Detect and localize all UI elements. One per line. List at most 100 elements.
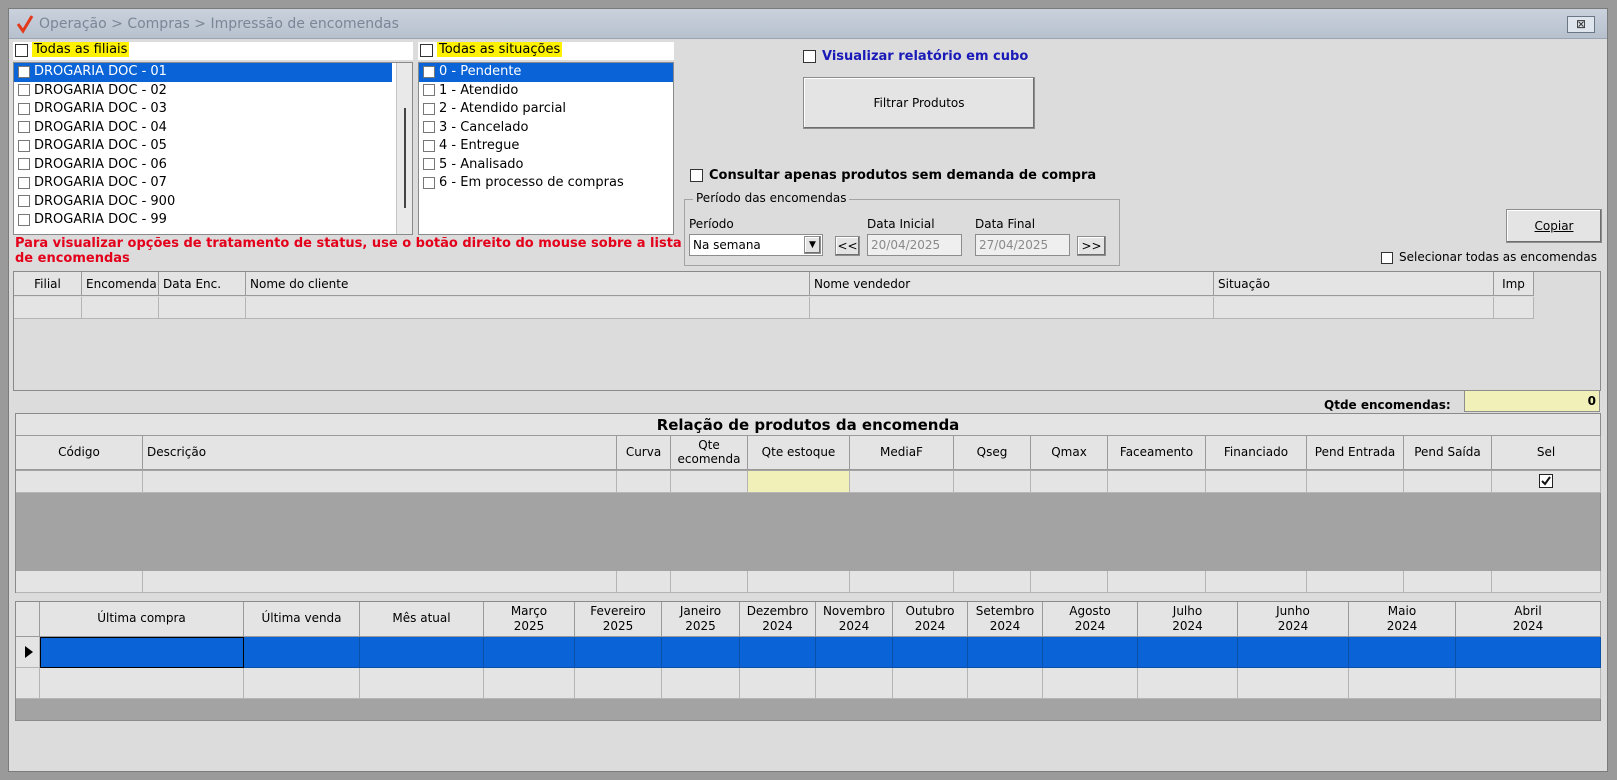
history-cell[interactable] — [575, 668, 662, 699]
products-cell[interactable] — [1492, 471, 1601, 493]
history-column-header[interactable]: Dezembro 2024 — [740, 602, 816, 637]
history-cell[interactable] — [662, 637, 740, 668]
copy-button[interactable]: Copiar — [1506, 209, 1602, 243]
branch-item-checkbox[interactable] — [18, 158, 30, 170]
history-cell[interactable] — [360, 637, 484, 668]
status-item-checkbox[interactable] — [423, 139, 435, 152]
branch-item[interactable]: DROGARIA DOC - 900 — [14, 193, 392, 212]
branch-item-checkbox[interactable] — [18, 195, 30, 207]
cube-report-checkbox[interactable] — [803, 50, 816, 63]
products-column-header[interactable]: Pend Saída — [1404, 436, 1492, 470]
products-cell[interactable] — [954, 471, 1031, 493]
history-cell[interactable] — [740, 637, 816, 668]
history-cell[interactable] — [575, 637, 662, 668]
products-cell[interactable] — [748, 471, 850, 493]
status-item[interactable]: 1 - Atendido — [419, 82, 673, 101]
no-demand-option[interactable]: Consultar apenas produtos sem demanda de… — [690, 168, 1096, 183]
history-column-header[interactable]: Abril 2024 — [1456, 602, 1601, 637]
orders-column-header[interactable]: Imp — [1494, 272, 1534, 296]
orders-cell[interactable] — [1494, 297, 1534, 319]
products-cell[interactable] — [16, 471, 143, 493]
next-period-button[interactable]: >> — [1077, 236, 1106, 256]
products-cell[interactable] — [617, 471, 671, 493]
products-column-header[interactable]: MediaF — [850, 436, 954, 470]
history-cell[interactable] — [893, 668, 968, 699]
status-item[interactable]: 0 - Pendente — [419, 63, 673, 82]
branch-item-checkbox[interactable] — [18, 176, 30, 189]
orders-cell[interactable] — [246, 297, 810, 319]
products-cell[interactable] — [850, 471, 954, 493]
history-column-header[interactable]: Julho 2024 — [1138, 602, 1238, 637]
history-cell[interactable] — [360, 668, 484, 699]
cube-report-option[interactable]: Visualizar relatório em cubo — [803, 49, 1028, 64]
products-column-header[interactable]: Pend Entrada — [1307, 436, 1404, 470]
branch-item-checkbox[interactable] — [18, 213, 30, 226]
branch-item[interactable]: DROGARIA DOC - 07 — [14, 174, 392, 193]
history-column-header[interactable]: Fevereiro 2025 — [575, 602, 662, 637]
branch-item[interactable]: DROGARIA DOC - 03 — [14, 100, 392, 119]
products-cell[interactable] — [1307, 471, 1404, 493]
status-item[interactable]: 5 - Analisado — [419, 156, 673, 175]
products-column-header[interactable]: Descrição — [143, 436, 617, 470]
products-column-header[interactable]: Faceamento — [1108, 436, 1206, 470]
history-cell[interactable] — [1138, 668, 1238, 699]
orders-column-header[interactable]: Situação — [1214, 272, 1494, 296]
history-column-header[interactable]: Maio 2024 — [1349, 602, 1456, 637]
history-cell[interactable] — [740, 668, 816, 699]
history-cell[interactable] — [968, 637, 1043, 668]
status-item-checkbox[interactable] — [423, 176, 435, 189]
orders-column-header[interactable]: Nome vendedor — [810, 272, 1214, 296]
history-cell[interactable] — [40, 637, 244, 668]
branch-item[interactable]: DROGARIA DOC - 02 — [14, 82, 392, 101]
products-cell[interactable] — [143, 471, 617, 493]
status-item[interactable]: 2 - Atendido parcial — [419, 100, 673, 119]
select-all-orders-option[interactable]: Selecionar todas as encomendas — [1381, 250, 1597, 264]
history-cell[interactable] — [1349, 637, 1456, 668]
status-item[interactable]: 3 - Cancelado — [419, 119, 673, 138]
status-item[interactable]: 4 - Entregue — [419, 137, 673, 156]
products-grid[interactable]: Relação de produtos da encomenda Código D… — [15, 413, 1601, 593]
history-row-indicator[interactable] — [16, 637, 40, 668]
products-column-header[interactable]: Qseg — [954, 436, 1031, 470]
history-cell[interactable] — [968, 668, 1043, 699]
status-item-checkbox[interactable] — [423, 84, 435, 96]
orders-cell[interactable] — [810, 297, 1214, 319]
history-column-header[interactable]: Setembro 2024 — [968, 602, 1043, 637]
history-column-header[interactable]: Junho 2024 — [1238, 602, 1349, 637]
history-column-header[interactable]: Janeiro 2025 — [662, 602, 740, 637]
products-cell[interactable] — [1031, 471, 1108, 493]
products-column-header[interactable]: Qmax — [1031, 436, 1108, 470]
history-column-header[interactable]: Outubro 2024 — [893, 602, 968, 637]
history-cell[interactable] — [1043, 637, 1138, 668]
history-cell[interactable] — [244, 668, 360, 699]
products-column-header[interactable]: Sel — [1492, 436, 1601, 470]
products-cell[interactable] — [1404, 471, 1492, 493]
products-column-header[interactable]: Qte ecomenda — [671, 436, 748, 470]
history-cell[interactable] — [816, 637, 893, 668]
orders-cell[interactable] — [82, 297, 159, 319]
branch-item[interactable]: DROGARIA DOC - 04 — [14, 119, 392, 138]
branches-scrollbar[interactable] — [396, 63, 412, 234]
products-cell[interactable] — [671, 471, 748, 493]
branch-item[interactable]: DROGARIA DOC - 06 — [14, 156, 392, 175]
products-column-header[interactable]: Qte estoque — [748, 436, 850, 470]
history-cell[interactable] — [816, 668, 893, 699]
history-cell[interactable] — [1238, 668, 1349, 699]
history-cell[interactable] — [1456, 668, 1601, 699]
history-cell[interactable] — [893, 637, 968, 668]
history-cell[interactable] — [484, 637, 575, 668]
history-column-header[interactable]: Última venda — [244, 602, 360, 637]
status-item-checkbox[interactable] — [423, 158, 435, 170]
history-cell[interactable] — [1456, 637, 1601, 668]
sales-history-grid[interactable]: Última compra Última venda Mês atual Março … — [15, 601, 1601, 721]
select-all-orders-checkbox[interactable] — [1381, 251, 1393, 264]
history-cell[interactable] — [40, 668, 244, 699]
orders-cell[interactable] — [1214, 297, 1494, 319]
branches-list[interactable]: DROGARIA DOC - 01 DROGARIA DOC - 02 DROGAR… — [13, 62, 413, 235]
history-column-header[interactable]: Março 2025 — [484, 602, 575, 637]
history-cell[interactable] — [1138, 637, 1238, 668]
orders-grid[interactable]: Filial Encomenda Data Enc. Nome do cliente N… — [13, 271, 1601, 391]
branch-item-checkbox[interactable] — [18, 84, 30, 96]
orders-column-header[interactable]: Data Enc. — [159, 272, 246, 296]
branch-item[interactable]: DROGARIA DOC - 99 — [14, 211, 392, 230]
